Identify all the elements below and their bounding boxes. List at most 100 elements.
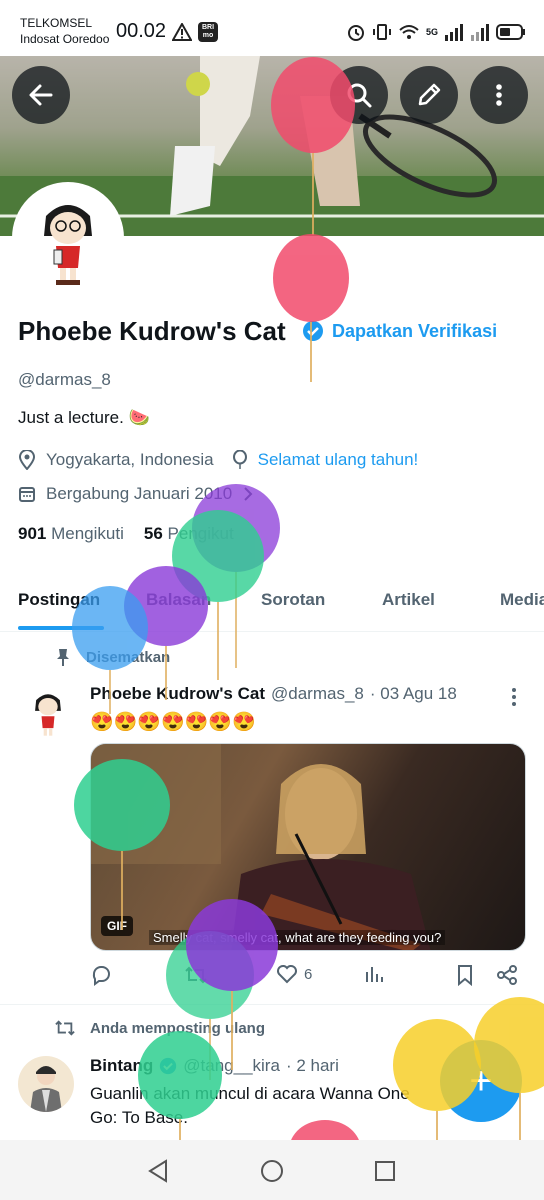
tab-articles[interactable]: Artikel <box>382 590 435 610</box>
pinned-label: Disematkan <box>86 648 171 666</box>
balloon-icon <box>273 234 349 382</box>
balloon-birthday-icon <box>232 450 247 469</box>
get-verified-link[interactable]: Dapatkan Verifikasi <box>302 320 497 342</box>
gif-frame <box>91 744 431 950</box>
person-avatar <box>30 1066 62 1112</box>
repost-author-name[interactable]: Bintang <box>90 1056 153 1076</box>
arrow-left-icon <box>29 84 53 106</box>
reply-icon <box>92 966 110 986</box>
profile-meta-joined-row: Bergabung Januari 2010 <box>18 484 254 504</box>
more-options-button[interactable] <box>470 66 528 124</box>
active-tab-indicator <box>18 626 104 630</box>
bookmark-icon <box>458 965 472 986</box>
status-left-icons: BRI mo <box>172 20 218 44</box>
warning-icon <box>172 23 192 41</box>
heart-icon <box>277 965 297 984</box>
gif-caption: Smelly cat, smelly cat, what are they fe… <box>149 930 446 945</box>
pinned-post-header: Phoebe Kudrow's Cat @darmas_8 · 03 Agu 1… <box>90 684 457 704</box>
location-pin-icon <box>18 450 36 470</box>
alarm-icon <box>347 25 364 41</box>
pinned-post-text: 😍😍😍😍😍😍😍 <box>90 712 256 733</box>
verified-badge-icon <box>160 1057 177 1075</box>
verified-badge-icon <box>303 321 323 341</box>
post-gif-media[interactable]: GIF Smelly cat, smelly cat, what are the… <box>90 743 526 951</box>
repost-icon <box>55 1020 75 1036</box>
battery-icon <box>496 24 525 40</box>
back-button[interactable] <box>12 66 70 124</box>
tab-posts[interactable]: Postingan <box>18 590 100 610</box>
post-author-handle: @darmas_8 <box>271 684 364 703</box>
reply-button[interactable] <box>90 964 112 986</box>
following-link[interactable]: 901 Mengikuti <box>18 524 124 544</box>
search-button[interactable] <box>330 66 388 124</box>
pin-icon <box>57 649 69 666</box>
pinned-label-row: Disematkan <box>54 647 170 667</box>
followers-label: Pengikut <box>167 524 234 543</box>
avatar-cartoon-small <box>20 684 76 740</box>
repost-author-avatar[interactable] <box>18 1056 74 1112</box>
status-clock: 00.02 <box>116 20 167 42</box>
views-button[interactable] <box>364 964 384 984</box>
like-button[interactable]: 6 <box>276 964 312 984</box>
chevron-right-icon[interactable] <box>242 486 254 502</box>
tab-replies[interactable]: Balasan <box>146 590 211 610</box>
post-author-name[interactable]: Phoebe Kudrow's Cat <box>90 684 265 704</box>
nav-back-icon[interactable] <box>146 1158 172 1184</box>
compose-plus-icon: + <box>469 1058 493 1103</box>
profile-name: Phoebe Kudrow's Cat <box>18 316 286 346</box>
profile-meta-location-row: Yogyakarta, Indonesia Selamat ulang tahu… <box>18 450 418 470</box>
profile-handle: @darmas_8 <box>18 370 111 389</box>
status-right-icons: 5G <box>346 20 526 44</box>
repost-icon <box>185 966 207 984</box>
carrier-name-2: Indosat Ooredoo <box>20 32 110 46</box>
compose-button[interactable]: + <box>440 1040 522 1122</box>
profile-avatar[interactable] <box>12 182 124 294</box>
profile-tabs: Postingan Balasan Sorotan Artikel Media <box>0 570 544 632</box>
system-nav-bar <box>0 1140 544 1200</box>
followers-link[interactable]: 56 Pengikut <box>144 524 234 544</box>
calendar-icon <box>19 487 35 502</box>
follow-stats: 901 Mengikuti 56 Pengikut <box>18 524 234 544</box>
post-more-icon[interactable] <box>506 686 522 708</box>
following-count: 901 <box>18 524 47 543</box>
nav-home-icon[interactable] <box>259 1158 285 1184</box>
bookmark-button[interactable] <box>456 964 474 986</box>
search-icon <box>347 83 372 108</box>
edit-button[interactable] <box>400 66 458 124</box>
profile-location: Yogyakarta, Indonesia <box>46 450 214 469</box>
network-type: 5G <box>425 27 438 37</box>
repost-header: Bintang @tang__kira · 2 hari <box>90 1056 339 1076</box>
post-actions: 6 <box>90 964 520 992</box>
avatar-cartoon <box>16 186 120 290</box>
repost-text: Guanlin akan muncul di acara Wanna One G… <box>90 1084 410 1127</box>
carrier-name-1: TELKOMSEL <box>20 16 93 30</box>
gif-badge: GIF <box>101 916 133 936</box>
tab-highlights[interactable]: Sorotan <box>261 590 325 610</box>
repost-label: Anda memposting ulang <box>90 1019 266 1037</box>
followers-count: 56 <box>143 524 163 543</box>
post-date: · 03 Agu 18 <box>369 684 457 703</box>
signal-icon-2 <box>471 24 489 41</box>
status-bar: TELKOMSEL Indosat Ooredoo 00.02 BRI mo 5… <box>0 0 544 56</box>
post-author-avatar[interactable] <box>20 684 76 740</box>
get-verified-label: Dapatkan Verifikasi <box>332 320 498 341</box>
repost-author-handle: @tang__kira <box>183 1056 280 1075</box>
more-vertical-icon <box>496 84 502 106</box>
nav-recents-icon[interactable] <box>372 1158 398 1184</box>
repost-date: · 2 hari <box>285 1056 339 1075</box>
signal-icon-1 <box>445 24 463 41</box>
repost-label-row: Anda memposting ulang <box>54 1018 265 1038</box>
share-icon <box>497 965 517 985</box>
like-count: 6 <box>304 965 313 983</box>
birthday-link[interactable]: Selamat ulang tahun! <box>258 450 419 470</box>
analytics-icon <box>366 967 383 982</box>
vibrate-icon <box>372 24 391 40</box>
wifi-icon <box>399 25 419 39</box>
following-label: Mengikuti <box>51 524 124 543</box>
post-divider <box>0 1004 544 1005</box>
profile-joined: Bergabung Januari 2010 <box>46 484 233 503</box>
repost-button[interactable] <box>184 964 208 986</box>
profile-bio: Just a lecture. 🍉 <box>18 408 150 427</box>
tab-media[interactable]: Media <box>500 590 544 610</box>
share-button[interactable] <box>496 964 518 986</box>
